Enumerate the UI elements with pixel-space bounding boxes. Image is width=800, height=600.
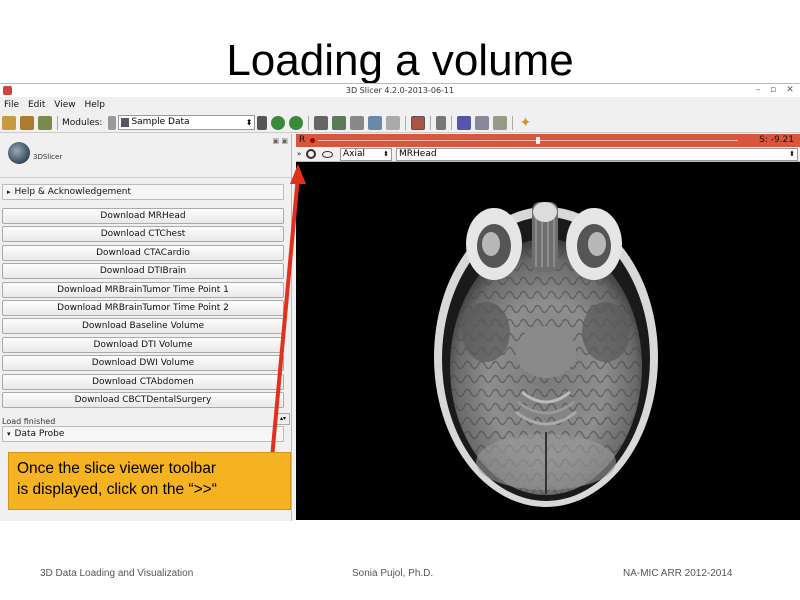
pointer-arrow xyxy=(270,164,306,459)
arrow-head-icon xyxy=(290,164,306,184)
footer-center: Sonia Pujol, Ph.D. xyxy=(352,568,434,579)
callout-line-2: is displayed, click on the “>>“ xyxy=(17,481,217,498)
arrow-shaft xyxy=(270,175,300,459)
callout-line-1: Once the slice viewer toolbar xyxy=(17,460,217,477)
footer-left: 3D Data Loading and Visualization xyxy=(40,568,194,579)
footer-right: NA-MIC ARR 2012-2014 xyxy=(623,568,733,579)
instruction-callout: Once the slice viewer toolbar is display… xyxy=(8,452,291,510)
